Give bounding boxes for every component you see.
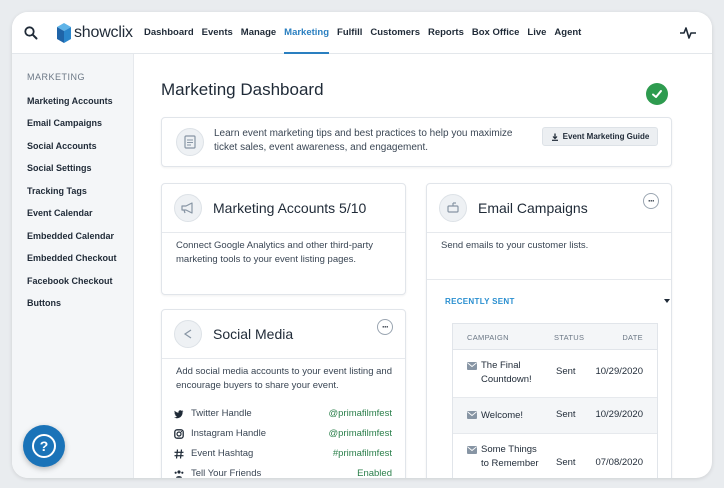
campaign-name[interactable]: Some Things to Remember [481,443,543,471]
marketing-accounts-title: Marketing Accounts 5/10 [213,200,367,216]
sidebar-item-buttons[interactable]: Buttons [27,298,61,308]
hashtag-icon [174,449,184,459]
top-navigation-bar: showclix Dashboard Events Manage Marketi… [12,12,712,54]
sidebar-item-tracking-tags[interactable]: Tracking Tags [27,186,87,196]
email-campaigns-description: Send emails to your customer lists. [441,240,589,251]
sidebar-item-facebook-checkout[interactable]: Facebook Checkout [27,276,113,286]
nav-agent[interactable]: Agent [554,12,581,54]
campaign-date: 10/29/2020 [595,366,643,377]
card-divider [427,232,671,233]
social-row-twitter: Twitter Handle @primafilmfest [174,408,392,424]
nav-dashboard[interactable]: Dashboard [144,12,194,54]
column-status: STATUS [554,333,585,342]
envelope-icon [467,446,477,454]
sidebar: MARKETING Marketing Accounts Email Campa… [12,54,134,478]
guide-button-label: Event Marketing Guide [562,132,650,141]
social-media-card: Social Media ··· Add social media accoun… [161,309,406,478]
sidebar-item-event-calendar[interactable]: Event Calendar [27,208,93,218]
recently-sent-dropdown[interactable]: RECENTLY SENT [440,291,672,313]
nav-marketing[interactable]: Marketing [284,12,329,54]
instagram-label: Instagram Handle [191,428,266,439]
chevron-down-icon [664,299,670,303]
main-nav: Dashboard Events Manage Marketing Fulfil… [144,12,589,54]
help-question-icon: ? [32,434,56,458]
instagram-value[interactable]: @primafilmfest [329,428,393,439]
brand-name: showclix [74,24,133,41]
social-media-description: Add social media accounts to your event … [176,366,392,391]
success-check-icon [646,83,668,105]
search-icon[interactable] [23,25,39,41]
card-divider [162,232,405,233]
campaign-name[interactable]: The Final Countdown! [481,359,545,387]
twitter-value[interactable]: @primafilmfest [329,408,393,419]
hashtag-label: Event Hashtag [191,448,254,459]
marketing-accounts-description: Connect Google Analytics and other third… [176,240,373,265]
page-title: Marketing Dashboard [161,80,324,99]
card-divider [427,279,671,280]
sidebar-heading: MARKETING [27,72,86,82]
nav-customers[interactable]: Customers [370,12,420,54]
nav-live[interactable]: Live [527,12,546,54]
social-row-hashtag: Event Hashtag #primafilmfest [174,448,392,464]
nav-reports[interactable]: Reports [428,12,464,54]
share-icon [174,320,202,348]
social-media-title: Social Media [213,326,294,342]
column-campaign: CAMPAIGN [467,333,509,342]
friends-icon [174,470,184,478]
showclix-logo[interactable]: showclix [56,22,133,44]
megaphone-icon [174,194,202,222]
sidebar-item-embedded-checkout[interactable]: Embedded Checkout [27,253,117,263]
envelope-icon [467,362,477,370]
tell-friends-label: Tell Your Friends [191,468,262,478]
email-campaigns-title: Email Campaigns [478,200,588,216]
campaign-name[interactable]: Welcome! [481,409,551,423]
campaigns-table: CAMPAIGN STATUS DATE The Final Countdown… [452,323,658,478]
marketing-accounts-card: Marketing Accounts 5/10 Connect Google A… [161,183,406,295]
activity-pulse-icon[interactable] [680,25,696,41]
mailbox-icon [439,194,467,222]
envelope-icon [467,411,477,419]
tips-text: Learn event marketing tips and best prac… [214,128,513,153]
card-divider [162,358,405,359]
twitter-label: Twitter Handle [191,408,252,419]
document-icon [176,128,204,156]
nav-manage[interactable]: Manage [241,12,276,54]
table-row[interactable]: Some Things to Remember Sent 07/08/2020 [453,434,657,478]
table-row[interactable]: Welcome! Sent 10/29/2020 [453,398,657,434]
logo-mark-icon [57,23,71,43]
download-icon [551,133,558,141]
email-campaigns-more-button[interactable]: ··· [643,193,659,209]
nav-fulfill[interactable]: Fulfill [337,12,362,54]
table-header: CAMPAIGN STATUS DATE [453,324,657,350]
twitter-icon [174,410,184,419]
recently-sent-label: RECENTLY SENT [445,297,515,306]
campaign-status: Sent [556,409,576,420]
sidebar-item-social-settings[interactable]: Social Settings [27,163,92,173]
instagram-icon [174,429,184,439]
sidebar-item-marketing-accounts[interactable]: Marketing Accounts [27,96,113,106]
nav-box-office[interactable]: Box Office [472,12,520,54]
help-button[interactable]: ? [23,425,65,467]
sidebar-item-embedded-calendar[interactable]: Embedded Calendar [27,231,114,241]
tell-friends-value[interactable]: Enabled [357,468,392,478]
social-row-tell-friends: Tell Your Friends Enabled [174,468,392,478]
sidebar-item-email-campaigns[interactable]: Email Campaigns [27,118,102,128]
campaign-date: 07/08/2020 [595,457,643,468]
campaign-status: Sent [556,366,576,377]
marketing-tips-card: Learn event marketing tips and best prac… [161,117,672,167]
social-media-more-button[interactable]: ··· [377,319,393,335]
sidebar-item-social-accounts[interactable]: Social Accounts [27,141,97,151]
hashtag-value[interactable]: #primafilmfest [333,448,392,459]
social-row-instagram: Instagram Handle @primafilmfest [174,428,392,444]
nav-events[interactable]: Events [202,12,233,54]
event-marketing-guide-button[interactable]: Event Marketing Guide [542,127,658,146]
column-date: DATE [622,333,643,342]
table-row[interactable]: The Final Countdown! Sent 10/29/2020 [453,350,657,398]
campaign-date: 10/29/2020 [595,409,643,420]
app-window: showclix Dashboard Events Manage Marketi… [12,12,712,478]
campaign-status: Sent [556,457,576,468]
